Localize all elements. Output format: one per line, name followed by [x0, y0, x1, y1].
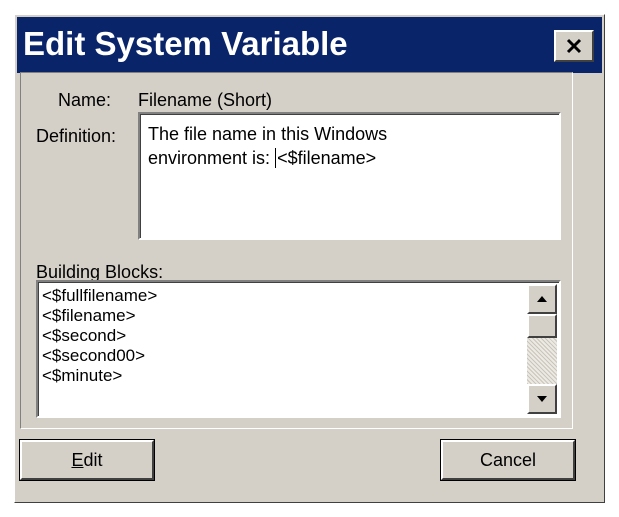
vertical-scrollbar[interactable]: [527, 284, 557, 414]
definition-text: The file name in this Windows environmen…: [148, 122, 548, 170]
list-item[interactable]: <$fullfilename>: [42, 286, 157, 306]
dialog-title: Edit System Variable: [23, 25, 348, 62]
text-caret: [275, 148, 277, 168]
close-icon: [566, 38, 582, 54]
list-item[interactable]: <$filename>: [42, 306, 157, 326]
edit-label-rest: dit: [83, 450, 103, 470]
definition-label: Definition:: [36, 126, 117, 146]
definition-text-after: <$filename>: [277, 148, 377, 168]
list-item[interactable]: <$minute>: [42, 366, 157, 386]
name-label: Name:: [58, 90, 112, 110]
scroll-down-button[interactable]: [527, 384, 557, 414]
arrow-up-icon: [537, 296, 547, 302]
cancel-button[interactable]: Cancel: [441, 440, 575, 480]
edit-button[interactable]: Edit: [20, 440, 154, 480]
title-bar[interactable]: Edit System Variable: [17, 17, 602, 73]
building-blocks-items: <$fullfilename> <$filename> <$second> <$…: [42, 286, 157, 386]
edit-mnemonic: E: [71, 450, 84, 470]
definition-textarea[interactable]: The file name in this Windows environmen…: [138, 112, 561, 240]
list-item[interactable]: <$second>: [42, 326, 157, 346]
scroll-thumb[interactable]: [527, 314, 557, 338]
scroll-up-button[interactable]: [527, 284, 557, 314]
name-value: Filename (Short): [138, 90, 273, 110]
close-button[interactable]: [554, 30, 594, 62]
arrow-down-icon: [537, 396, 547, 402]
building-blocks-list[interactable]: <$fullfilename> <$filename> <$second> <$…: [36, 280, 561, 418]
list-item[interactable]: <$second00>: [42, 346, 157, 366]
